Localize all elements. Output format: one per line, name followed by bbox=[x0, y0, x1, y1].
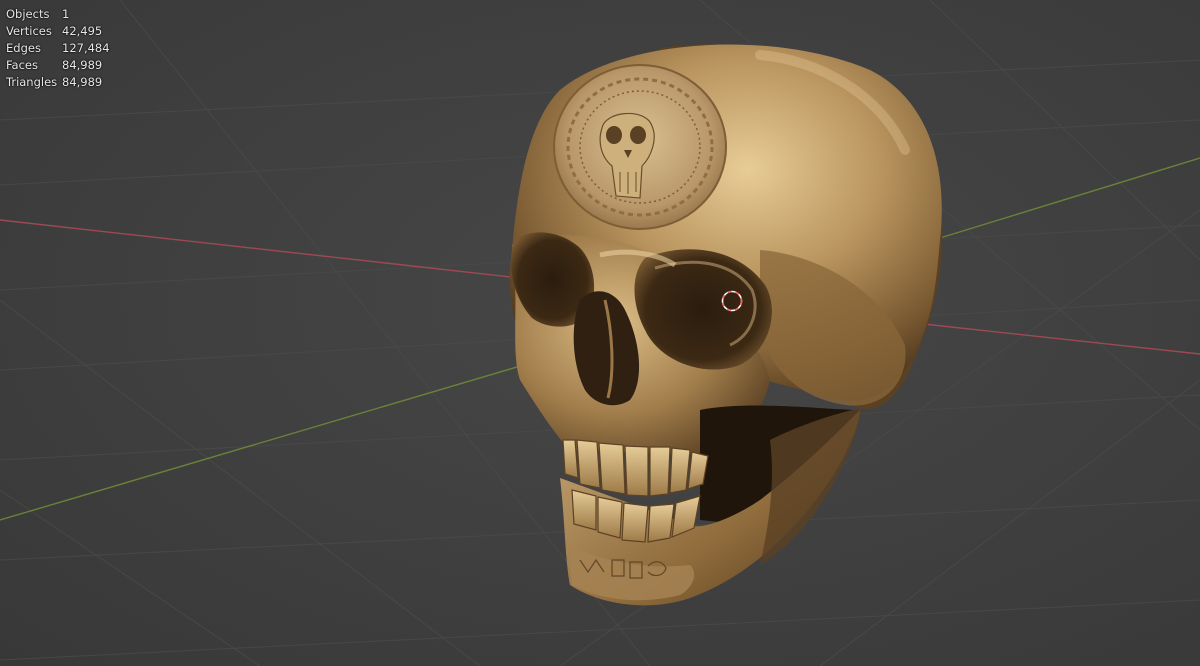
forehead-medallion bbox=[553, 64, 727, 230]
stat-label: Edges bbox=[6, 41, 41, 55]
stat-value: 84,989 bbox=[62, 75, 103, 89]
statistics-overlay: Objects 1 Vertices 42,495 Edges 127,484 … bbox=[6, 6, 110, 91]
stat-label: Faces bbox=[6, 58, 38, 72]
stat-row-objects: Objects 1 bbox=[6, 6, 110, 23]
stat-label: Objects bbox=[6, 7, 50, 21]
3d-viewport[interactable]: Objects 1 Vertices 42,495 Edges 127,484 … bbox=[0, 0, 1200, 666]
stat-label: Vertices bbox=[6, 24, 52, 38]
stat-value: 84,989 bbox=[62, 58, 103, 72]
stat-value: 42,495 bbox=[62, 24, 103, 38]
stat-label: Triangles bbox=[6, 75, 58, 89]
skull-mesh[interactable] bbox=[509, 44, 943, 606]
viewport-canvas[interactable] bbox=[0, 0, 1200, 666]
stat-row-triangles: Triangles 84,989 bbox=[6, 74, 110, 91]
stat-value: 127,484 bbox=[62, 41, 110, 55]
stat-row-faces: Faces 84,989 bbox=[6, 57, 110, 74]
stat-row-vertices: Vertices 42,495 bbox=[6, 23, 110, 40]
stat-row-edges: Edges 127,484 bbox=[6, 40, 110, 57]
stat-value: 1 bbox=[62, 7, 70, 21]
